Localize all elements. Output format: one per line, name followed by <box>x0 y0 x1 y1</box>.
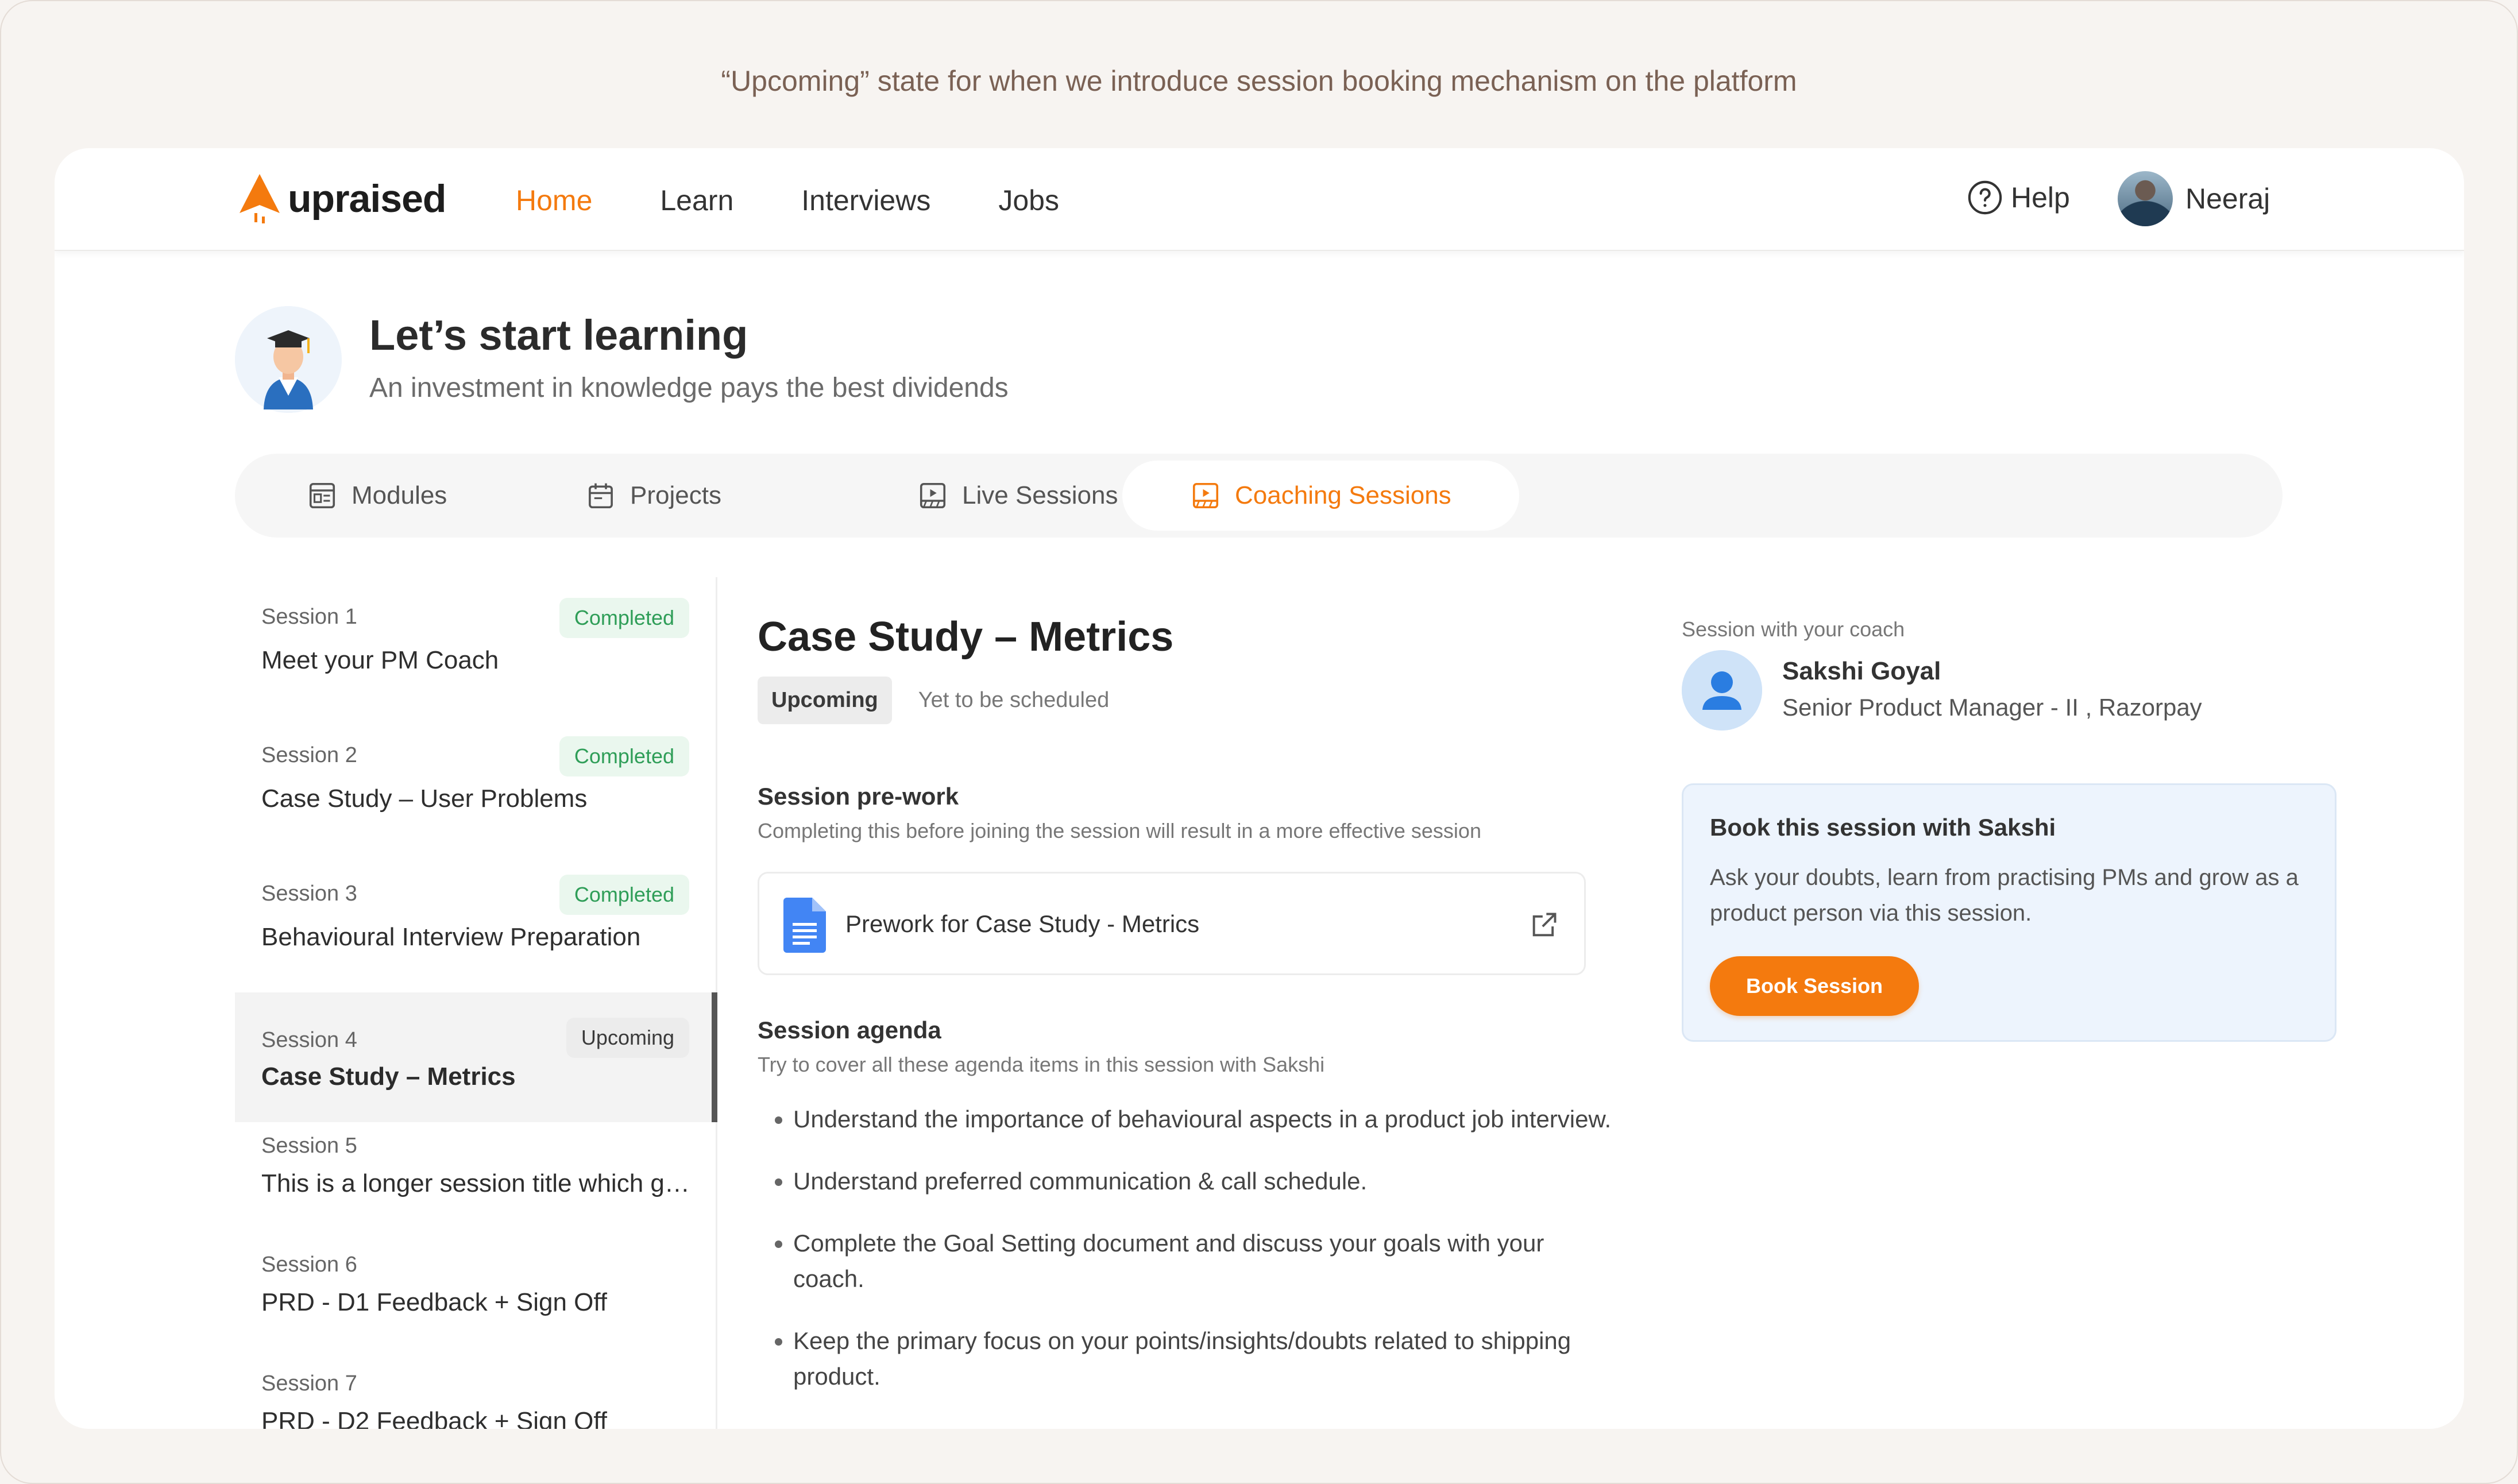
upraised-logo[interactable]: upraised <box>237 170 446 227</box>
session-item-1[interactable]: Session 1 Completed Meet your PM Coach <box>235 577 716 716</box>
session-item-2[interactable]: Session 2 Completed Case Study – User Pr… <box>235 716 716 854</box>
external-link-icon[interactable] <box>1529 910 1559 940</box>
graduate-icon <box>235 306 342 413</box>
session-list: Session 1 Completed Meet your PM Coach S… <box>235 577 717 1429</box>
status-badge: Completed <box>559 598 689 638</box>
session-title: PRD - D1 Feedback + Sign Off <box>261 1288 608 1316</box>
coach-role: Senior Product Manager - II , Razorpay <box>1782 694 2202 721</box>
session-item-6[interactable]: Session 6 PRD - D1 Feedback + Sign Off <box>235 1241 716 1360</box>
nav-home[interactable]: Home <box>516 184 592 217</box>
user-menu[interactable]: Neeraj <box>2118 171 2270 226</box>
session-title: PRD - D2 Feedback + Sign Off <box>261 1407 608 1429</box>
agenda-subtitle: Try to cover all these agenda items in t… <box>758 1053 1325 1076</box>
session-number: Session 5 <box>261 1134 357 1158</box>
session-status-row: Upcoming Yet to be scheduled <box>758 677 1109 724</box>
tab-projects[interactable]: Projects <box>585 461 721 531</box>
booking-title: Book this session with Sakshi <box>1710 814 2056 841</box>
schedule-text: Yet to be scheduled <box>918 688 1110 712</box>
agenda-item: Understand preferred communication & cal… <box>793 1164 1621 1199</box>
session-title: Case Study – User Problems <box>261 784 588 813</box>
page-title: Let’s start learning <box>369 311 748 359</box>
booking-description: Ask your doubts, learn from practising P… <box>1710 865 2299 926</box>
status-badge: Completed <box>559 875 689 915</box>
tab-modules-label: Modules <box>352 481 447 509</box>
avatar <box>2118 171 2173 226</box>
agenda-item: Understand the importance of behavioural… <box>793 1102 1621 1137</box>
session-number: Session 4 <box>261 1028 357 1052</box>
session-item-4[interactable]: Session 4 Upcoming Case Study – Metrics <box>235 992 717 1122</box>
session-number: Session 1 <box>261 605 357 629</box>
session-number: Session 6 <box>261 1253 357 1277</box>
session-detail: Case Study – Metrics Upcoming Yet to be … <box>758 148 1677 1429</box>
rocket-logo-icon <box>240 174 280 223</box>
booking-card: Book this session with Sakshi Ask your d… <box>1682 783 2337 1042</box>
tab-projects-label: Projects <box>630 481 721 509</box>
status-badge: Completed <box>559 736 689 776</box>
session-number: Session 7 <box>261 1371 357 1396</box>
session-number: Session 2 <box>261 743 357 767</box>
status-badge: Upcoming <box>566 1018 689 1058</box>
google-doc-icon <box>783 898 826 953</box>
session-item-5[interactable]: Session 5 This is a longer session title… <box>235 1122 716 1241</box>
session-item-3[interactable]: Session 3 Completed Behavioural Intervie… <box>235 854 716 992</box>
modules-icon <box>309 482 335 509</box>
agenda-list: Understand the importance of behavioural… <box>758 1102 1621 1421</box>
session-title: This is a longer session title which go.… <box>261 1169 698 1197</box>
agenda-item: Complete the Goal Setting document and d… <box>793 1226 1621 1297</box>
coach-avatar <box>1682 650 1762 731</box>
session-title: Behavioural Interview Preparation <box>261 923 641 951</box>
coach-name: Sakshi Goyal <box>1782 657 1941 685</box>
agenda-heading: Session agenda <box>758 1017 941 1044</box>
session-item-7[interactable]: Session 7 PRD - D2 Feedback + Sign Off <box>235 1360 716 1429</box>
calendar-icon <box>589 483 613 509</box>
session-number: Session 3 <box>261 882 357 906</box>
session-title: Meet your PM Coach <box>261 646 499 674</box>
annotation-caption: “Upcoming” state for when we introduce s… <box>721 65 1797 97</box>
prework-subtitle: Completing this before joining the sessi… <box>758 819 1481 843</box>
status-badge: Upcoming <box>758 677 892 724</box>
session-title: Case Study – Metrics <box>261 1062 516 1091</box>
nav-learn[interactable]: Learn <box>660 184 733 217</box>
coach-caption: Session with your coach <box>1682 617 1905 641</box>
prework-document[interactable]: Prework for Case Study - Metrics <box>758 872 1586 975</box>
help-link[interactable]: Help <box>1967 180 2070 215</box>
help-label: Help <box>2011 181 2070 214</box>
session-detail-title: Case Study – Metrics <box>758 614 1174 660</box>
logo-text: upraised <box>288 177 446 221</box>
graduate-avatar <box>235 306 342 413</box>
app-window: upraised Home Learn Interviews Jobs Help… <box>55 148 2464 1429</box>
help-icon <box>1968 180 2002 215</box>
book-session-button[interactable]: Book Session <box>1710 956 1919 1016</box>
user-name: Neeraj <box>2185 183 2270 215</box>
prework-heading: Session pre-work <box>758 783 959 810</box>
tab-modules[interactable]: Modules <box>307 461 447 531</box>
person-icon <box>1682 650 1762 731</box>
prework-doc-title: Prework for Case Study - Metrics <box>845 910 1200 937</box>
agenda-item: Keep the primary focus on your points/in… <box>793 1323 1621 1394</box>
